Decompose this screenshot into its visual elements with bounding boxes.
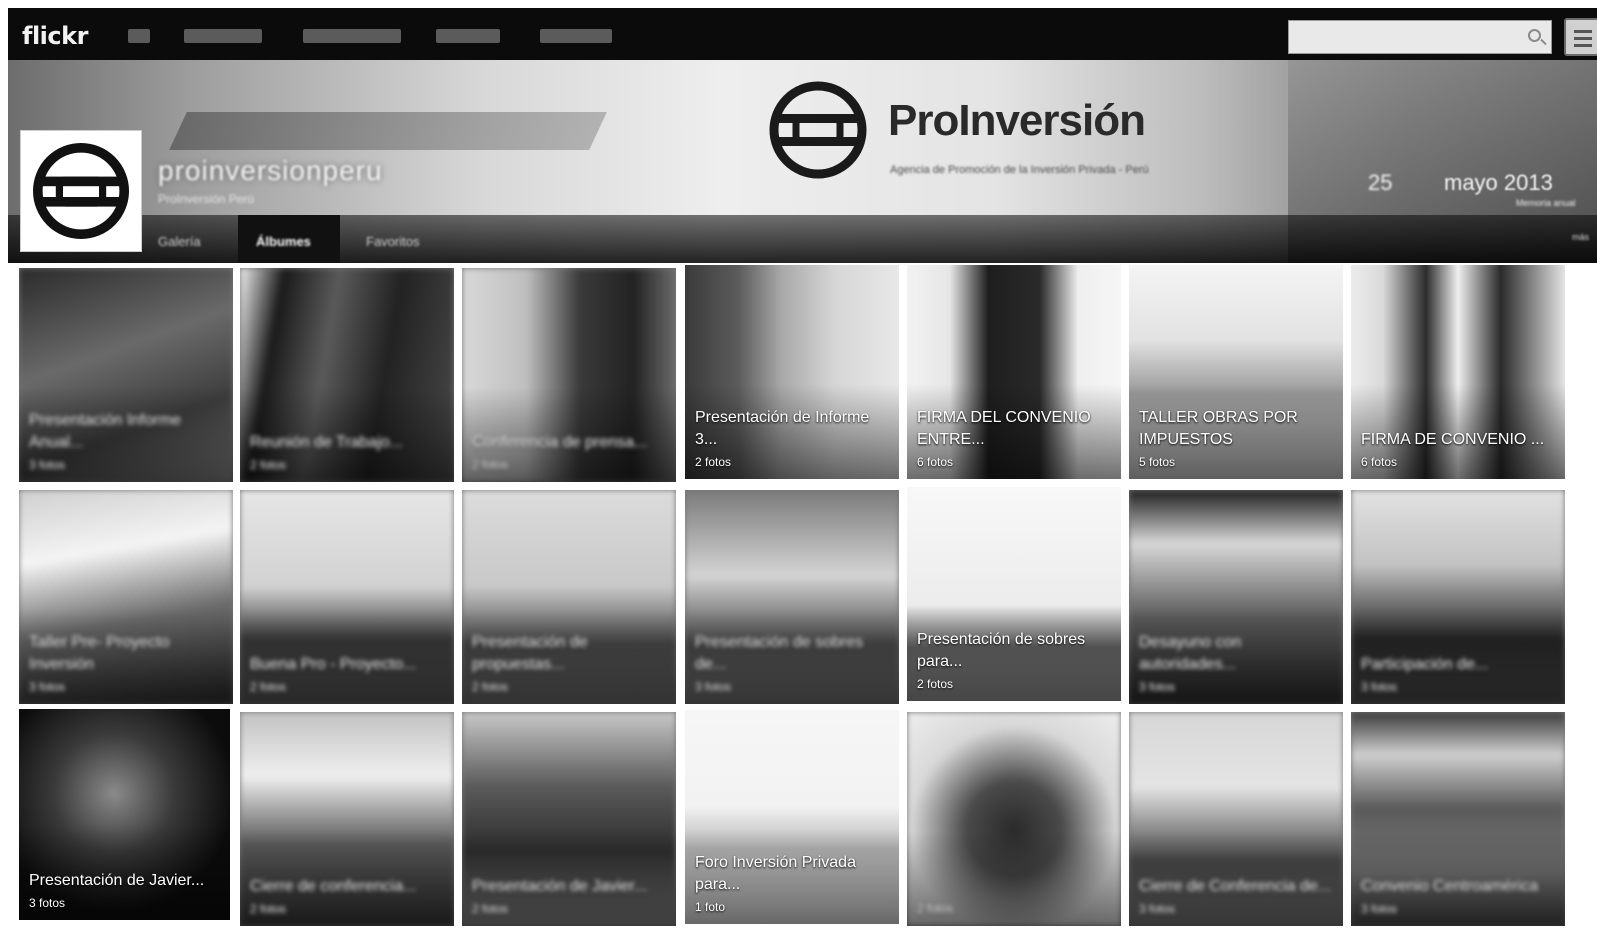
album-tile[interactable]: Reunión de Trabajo... 2 fotos bbox=[240, 268, 454, 482]
album-photo-count: 2 fotos bbox=[250, 680, 287, 694]
album-tile[interactable]: Participación de... 3 fotos bbox=[1351, 490, 1565, 704]
album-title: Desayuno con autoridades... bbox=[1139, 634, 1242, 673]
search-input[interactable] bbox=[1288, 20, 1552, 54]
album-photo-count: 3 fotos bbox=[1361, 902, 1398, 916]
flickr-logo[interactable]: flickr bbox=[22, 22, 88, 50]
album-tile[interactable]: Conferencia de prensa... 2 fotos bbox=[462, 268, 676, 482]
album-title: Presentación de Javier... bbox=[472, 878, 648, 895]
album-title: FIRMA DEL CONVENIO ENTRE... bbox=[917, 409, 1091, 448]
album-tile[interactable]: Desayuno con autoridades... 3 fotos bbox=[1129, 490, 1343, 704]
album-tile[interactable]: Cierre de conferencia... 2 fotos bbox=[240, 712, 454, 926]
nav-item-explore[interactable] bbox=[436, 29, 500, 43]
album-tile[interactable]: TALLER OBRAS POR IMPUESTOS 5 fotos bbox=[1129, 265, 1343, 479]
album-photo-count: 2 fotos bbox=[917, 677, 954, 691]
album-title: Conferencia de prensa... bbox=[472, 434, 648, 451]
album-title: Taller Pre- Proyecto Inversión bbox=[29, 634, 170, 673]
album-title: Presentación de propuestas... bbox=[472, 634, 588, 673]
album-photo-count: 2 fotos bbox=[472, 680, 509, 694]
search-icon[interactable] bbox=[1528, 29, 1541, 42]
album-tile[interactable]: Presentación de sobres de... 3 fotos bbox=[685, 490, 899, 704]
nav-item-create[interactable] bbox=[303, 29, 401, 43]
album-photo-count: 3 fotos bbox=[29, 458, 66, 472]
album-tile[interactable]: Taller Pre- Proyecto Inversión 3 fotos bbox=[19, 490, 233, 704]
album-tile[interactable]: Presentación de propuestas... 2 fotos bbox=[462, 490, 676, 704]
profile-cover: ProInversión Agencia de Promoción de la … bbox=[8, 60, 1597, 263]
album-title: Presentación de Informe 3... bbox=[695, 409, 870, 448]
album-title: Presentación de Javier... bbox=[29, 872, 205, 889]
album-tile[interactable]: Cierre de Conferencia de... 3 fotos bbox=[1129, 712, 1343, 926]
album-tile[interactable]: Presentación de Javier... 2 fotos bbox=[462, 712, 676, 926]
cover-date-day: 25 bbox=[1368, 170, 1393, 195]
album-title: Cierre de Conferencia de... bbox=[1139, 878, 1332, 895]
album-photo-count: 3 fotos bbox=[1361, 680, 1398, 694]
album-tile[interactable]: Presentación Informe Anual... 3 fotos bbox=[19, 268, 233, 482]
nav-item-you[interactable] bbox=[128, 29, 150, 43]
album-tile[interactable]: Foro Inversión Privada para... 1 foto bbox=[685, 710, 899, 924]
album-title: Reunión de Trabajo... bbox=[250, 434, 403, 451]
top-navigation-bar: flickr bbox=[8, 8, 1597, 60]
album-tile[interactable]: Buena Pro - Proyecto... 2 fotos bbox=[240, 490, 454, 704]
album-photo-count: 2 fotos bbox=[250, 902, 287, 916]
album-photo-count: 6 fotos bbox=[917, 455, 954, 469]
cover-decoration bbox=[169, 112, 607, 150]
album-photo-count: 3 fotos bbox=[695, 680, 732, 694]
album-title: TALLER OBRAS POR IMPUESTOS bbox=[1139, 409, 1298, 448]
menu-icon-bar bbox=[1574, 37, 1592, 40]
profile-name: proinversionperu bbox=[158, 155, 383, 186]
tab-gallery[interactable]: Galería bbox=[158, 234, 201, 249]
album-photo-count: 2 fotos bbox=[250, 458, 287, 472]
album-tile[interactable]: 2 fotos bbox=[907, 712, 1121, 926]
album-photo-count: 1 foto bbox=[695, 900, 726, 914]
proinversion-logo-icon bbox=[769, 81, 867, 179]
album-title: Convenio Centroamérica bbox=[1361, 878, 1538, 895]
album-tile[interactable]: FIRMA DEL CONVENIO ENTRE... 6 fotos bbox=[907, 265, 1121, 479]
tab-favorites[interactable]: Favoritos bbox=[366, 234, 419, 249]
album-photo-count: 2 fotos bbox=[917, 902, 954, 916]
album-photo-count: 3 fotos bbox=[1139, 680, 1176, 694]
tab-albums[interactable]: Álbumes bbox=[256, 234, 311, 249]
cover-date-note: Memoria anual bbox=[1516, 198, 1576, 208]
album-tile[interactable]: Presentación de Informe 3... 2 fotos bbox=[685, 265, 899, 479]
album-title: Presentación de sobres para... bbox=[917, 631, 1086, 670]
cover-date-month: mayo 2013 bbox=[1444, 170, 1553, 195]
album-photo-count: 2 fotos bbox=[472, 902, 509, 916]
album-title: Cierre de conferencia... bbox=[250, 878, 417, 895]
nav-item-explore-new[interactable] bbox=[184, 29, 262, 43]
album-title: Buena Pro - Proyecto... bbox=[250, 656, 417, 673]
album-photo-count: 2 fotos bbox=[472, 458, 509, 472]
album-photo-count: 6 fotos bbox=[1361, 455, 1398, 469]
album-title: Participación de... bbox=[1361, 656, 1489, 673]
avatar[interactable] bbox=[20, 130, 142, 252]
album-title: FIRMA DE CONVENIO ... bbox=[1361, 431, 1545, 448]
album-title: Presentación de sobres de... bbox=[695, 634, 864, 673]
brand-name: ProInversión bbox=[888, 96, 1146, 145]
menu-icon-bar bbox=[1574, 44, 1592, 47]
album-title: Foro Inversión Privada para... bbox=[695, 854, 856, 893]
album-tile[interactable]: FIRMA DE CONVENIO ... 6 fotos bbox=[1351, 265, 1565, 479]
nav-item-upload[interactable] bbox=[540, 29, 612, 43]
album-photo-count: 3 fotos bbox=[29, 896, 66, 910]
album-title: Presentación Informe Anual... bbox=[29, 412, 182, 451]
album-tile[interactable]: Presentación de sobres para... 2 fotos bbox=[907, 487, 1121, 701]
album-photo-count: 3 fotos bbox=[29, 680, 66, 694]
avatar-logo-icon bbox=[33, 143, 129, 239]
more-link[interactable]: más bbox=[1572, 232, 1589, 242]
brand-tagline: Agencia de Promoción de la Inversión Pri… bbox=[890, 164, 1149, 176]
album-tile[interactable]: Convenio Centroamérica 3 fotos bbox=[1351, 712, 1565, 926]
menu-button[interactable] bbox=[1564, 18, 1597, 56]
menu-icon-bar bbox=[1574, 30, 1592, 33]
album-photo-count: 2 fotos bbox=[695, 455, 732, 469]
profile-subtitle: ProInversión Perú bbox=[158, 192, 255, 206]
album-photo-count: 5 fotos bbox=[1139, 455, 1176, 469]
album-tile[interactable]: Presentación de Javier... 3 fotos bbox=[19, 709, 230, 920]
album-photo-count: 3 fotos bbox=[1139, 902, 1176, 916]
